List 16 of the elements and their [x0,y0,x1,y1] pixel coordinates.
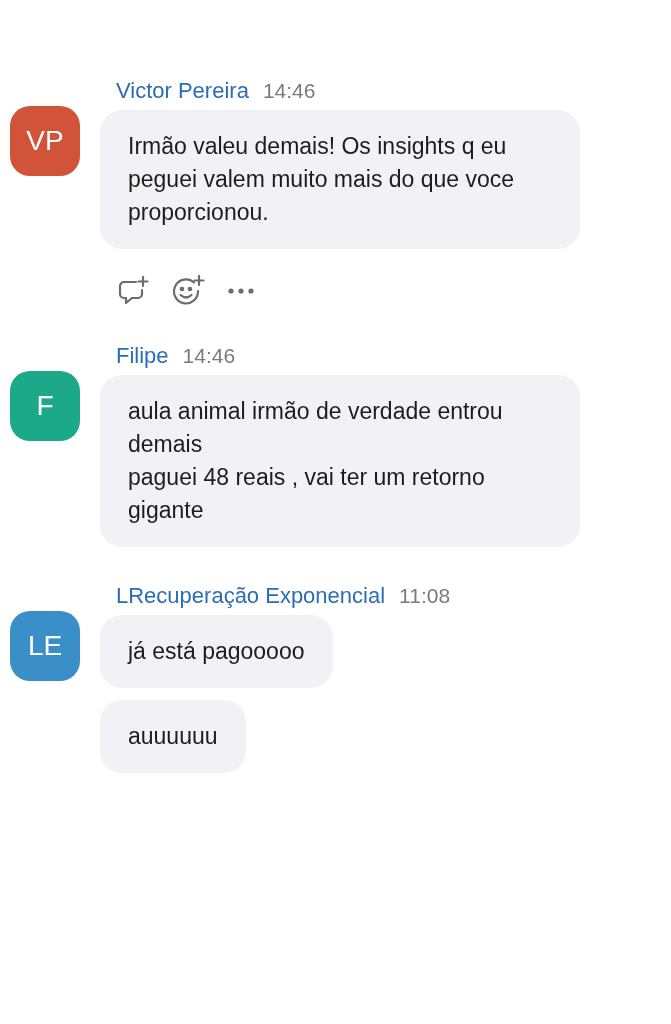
message-bubble: Irmão valeu demais! Os insights q eu peguei valem muito mais do que voce proporcionou. [100,110,580,249]
sender-name[interactable]: Victor Pereira [116,78,249,104]
message-time: 14:46 [262,79,316,103]
avatar[interactable]: VP [10,106,80,176]
more-icon[interactable] [228,288,254,294]
message-time: 14:46 [182,344,236,368]
sender-name[interactable]: LRecuperação Exponencial [116,583,386,609]
avatar[interactable]: F [10,371,80,441]
avatar[interactable]: LE [10,611,80,681]
reply-icon[interactable] [118,276,150,306]
message-bubble: já está pagooooo [100,615,333,688]
message-bubble: auuuuuu [100,700,246,773]
add-reaction-icon[interactable] [172,275,206,307]
message-bubble: aula animal irmão de verdade entrou demais paguei 48 reais , vai ter um retorno gigante [100,375,580,547]
message-time: 11:08 [399,584,451,608]
sender-name[interactable]: Filipe [116,343,169,369]
